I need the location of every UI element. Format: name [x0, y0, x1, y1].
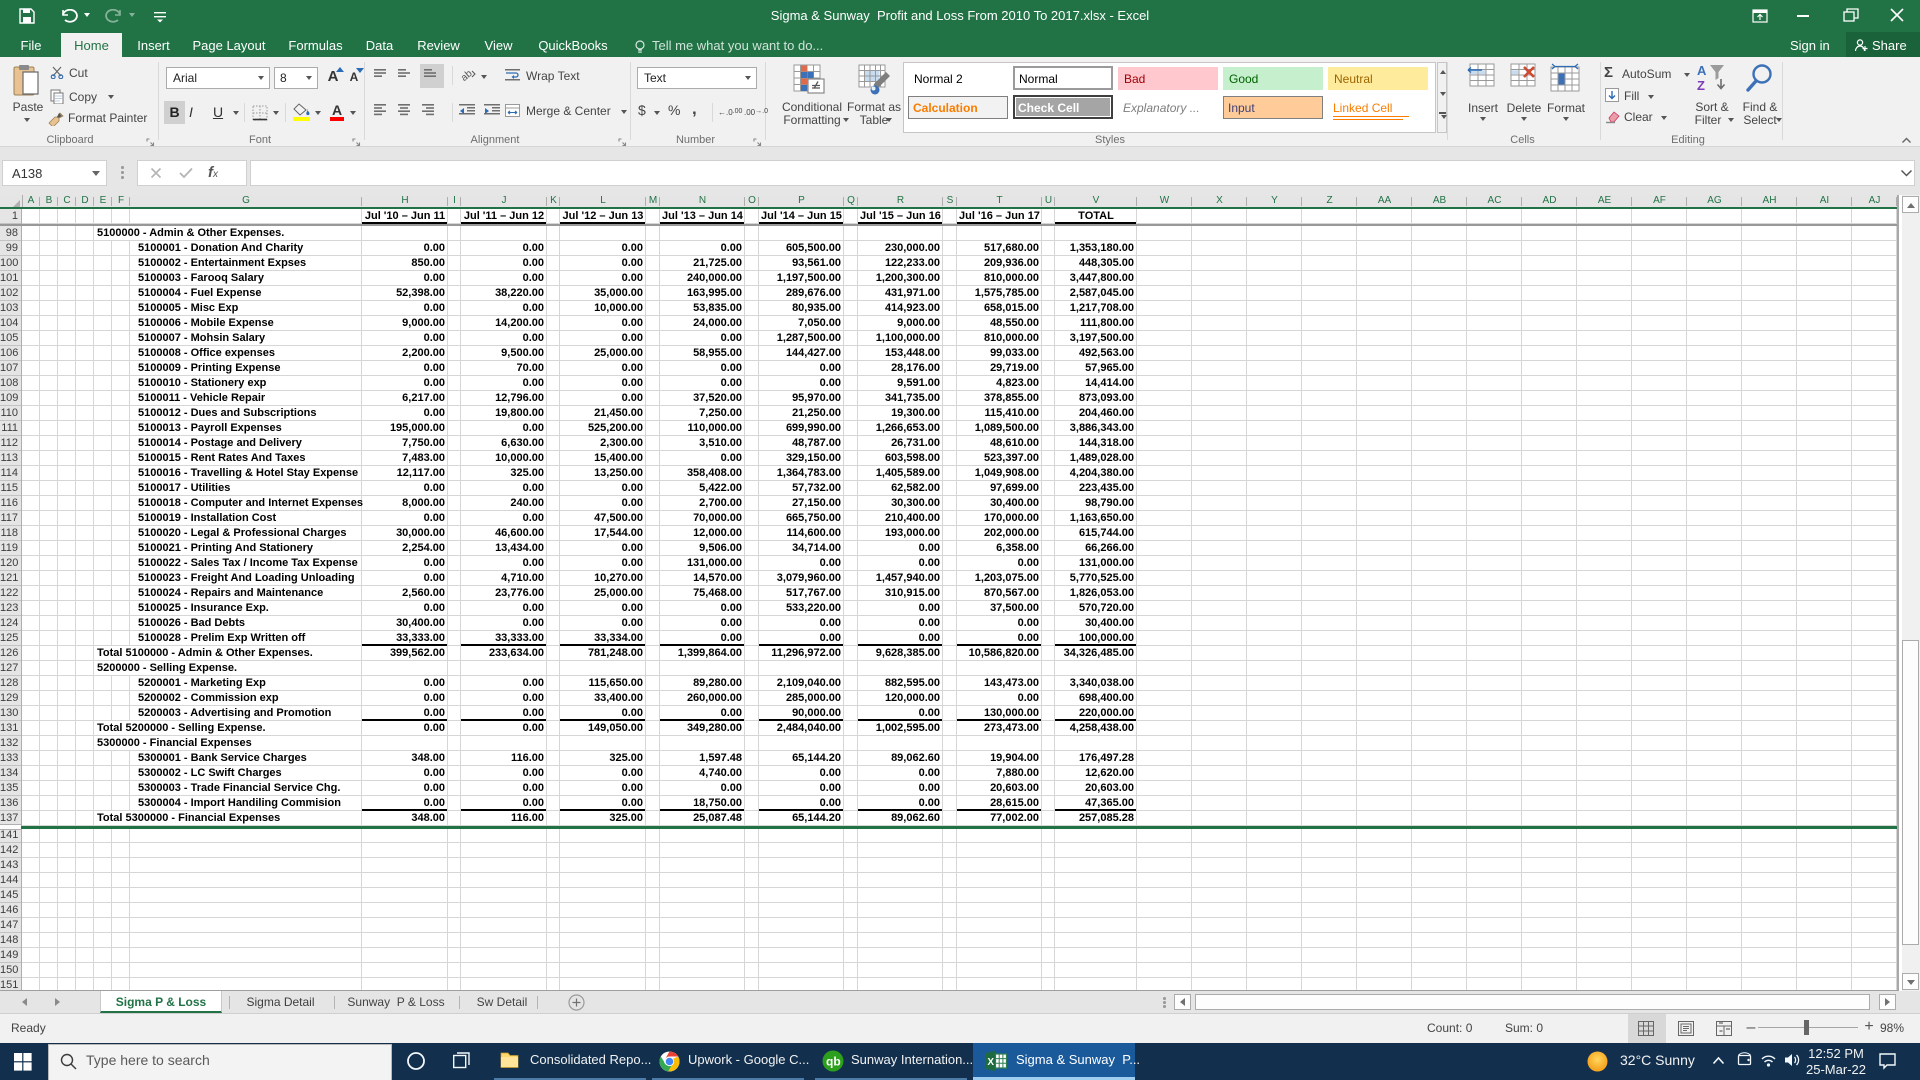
svg-text:A: A — [1697, 63, 1707, 78]
svg-text:Z: Z — [1697, 78, 1705, 93]
svg-text:ab: ab — [460, 68, 475, 83]
svg-text:qb: qb — [826, 1055, 841, 1069]
svg-text:X: X — [987, 1057, 994, 1068]
